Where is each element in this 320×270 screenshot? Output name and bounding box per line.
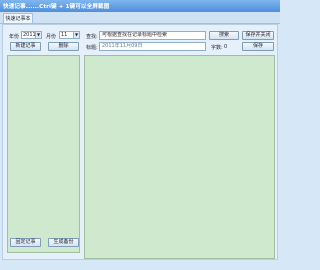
- window-title: 快速记事......Ctrl键 + 1键可以全屏截图: [3, 4, 110, 10]
- notes-list[interactable]: [7, 55, 80, 253]
- status-strip: [0, 262, 280, 270]
- pin-note-button[interactable]: 固定记事: [10, 238, 41, 247]
- save-button[interactable]: 保存: [242, 42, 274, 51]
- note-editor[interactable]: [84, 55, 275, 259]
- char-count-value: 0: [224, 44, 228, 50]
- search-input[interactable]: 可根据查找在记录标题中检索: [99, 31, 206, 40]
- char-count-label: 字数:: [211, 45, 223, 51]
- title-label: 标题:: [86, 45, 98, 51]
- tab-bar: [0, 12, 280, 24]
- new-note-button[interactable]: 新建记事: [10, 42, 41, 51]
- month-label: 月份: [46, 34, 57, 40]
- year-select[interactable]: 2011 ▼: [21, 31, 42, 39]
- chevron-down-icon[interactable]: ▼: [73, 32, 79, 38]
- chevron-down-icon[interactable]: ▼: [35, 32, 41, 38]
- month-value: 11: [61, 32, 68, 38]
- year-label: 年份: [9, 34, 20, 40]
- search-button[interactable]: 搜索: [209, 31, 239, 40]
- tab-quick-notes[interactable]: 快速记事本: [3, 13, 33, 23]
- title-input[interactable]: 2011年11月09日: [99, 42, 206, 51]
- search-label: 查找:: [86, 34, 98, 40]
- delete-button[interactable]: 删除: [48, 42, 79, 51]
- year-value: 2011: [23, 32, 36, 38]
- backup-button[interactable]: 生成备份: [48, 238, 79, 247]
- save-close-button[interactable]: 保存并关闭: [242, 31, 274, 40]
- month-select[interactable]: 11 ▼: [59, 31, 80, 39]
- window-titlebar: 快速记事......Ctrl键 + 1键可以全屏截图: [0, 0, 280, 12]
